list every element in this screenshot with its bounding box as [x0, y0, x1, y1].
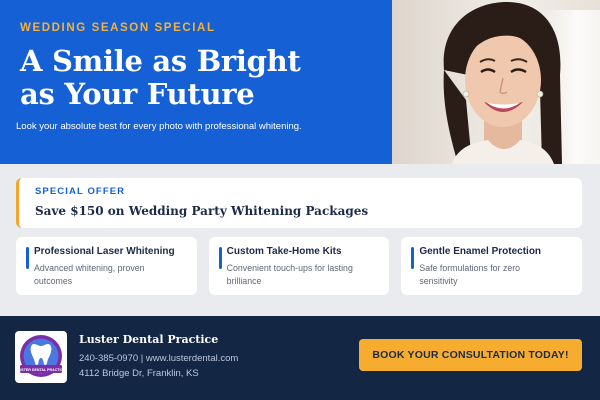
feature-title: Professional Laser Whitening — [34, 246, 175, 257]
bride-portrait-illustration — [443, 2, 562, 164]
feature-card-enamel-protection: Gentle Enamel Protection Safe formulatio… — [401, 237, 583, 295]
eyebrow-label: WEDDING SEASON SPECIAL — [20, 22, 216, 34]
headline-line-1: A Smile as Bright — [20, 44, 301, 78]
feature-accent-bar — [411, 247, 415, 269]
feature-desc-line-1: Convenient touch-ups for lasting — [226, 263, 353, 273]
contact-phone-website: 240-385-0970 | www.lusterdental.com — [79, 353, 239, 364]
feature-accent-bar — [218, 247, 222, 269]
hero-subline: Look your absolute best for every photo … — [16, 121, 302, 132]
feature-card-take-home-kits: Custom Take-Home Kits Convenient touch-u… — [208, 237, 390, 295]
feature-desc-line-1: Safe formulations for zero — [419, 263, 521, 273]
bride-photo — [392, 0, 600, 164]
hero-headline: A Smile as Bright as Your Future — [20, 45, 392, 111]
book-consultation-button[interactable]: BOOK YOUR CONSULTATION TODAY! — [359, 339, 582, 371]
hero-text-panel: WEDDING SEASON SPECIAL A Smile as Bright… — [0, 0, 392, 164]
feature-desc-line-2: brilliance — [226, 275, 262, 286]
headline-line-2: as Your Future — [20, 77, 255, 111]
contact-info: 240-385-0970 | www.lusterdental.com 4112… — [79, 351, 238, 381]
svg-text:LUSTER DENTAL PRACTICE: LUSTER DENTAL PRACTICE — [17, 368, 67, 372]
features-row: Professional Laser Whitening Advanced wh… — [16, 237, 583, 295]
feature-card-laser-whitening: Professional Laser Whitening Advanced wh… — [16, 237, 197, 295]
feature-title: Gentle Enamel Protection — [419, 246, 542, 257]
feature-description: Convenient touch-ups for lasting brillia… — [227, 262, 382, 287]
hero-banner: WEDDING SEASON SPECIAL A Smile as Bright… — [0, 0, 600, 164]
practice-logo: LUSTER DENTAL PRACTICE — [15, 331, 67, 383]
feature-desc-line-1: Advanced whitening, proven — [34, 263, 145, 273]
feature-accent-bar — [26, 247, 29, 269]
feature-desc-line-2: outcomes — [34, 275, 73, 286]
feature-title: Custom Take-Home Kits — [226, 246, 342, 257]
offer-title: Save $150 on Wedding Party Whitening Pac… — [35, 204, 369, 218]
tooth-logo-icon: LUSTER DENTAL PRACTICE — [17, 335, 67, 377]
practice-name: Luster Dental Practice — [79, 333, 219, 346]
feature-description: Safe formulations for zero sensitivity — [419, 262, 574, 287]
contact-address: 4112 Bridge Dr, Franklin, KS — [79, 368, 199, 379]
offer-tag: SPECIAL OFFER — [35, 186, 126, 197]
feature-description: Advanced whitening, proven outcomes — [34, 262, 189, 287]
special-offer-card: SPECIAL OFFER Save $150 on Wedding Party… — [16, 178, 582, 228]
feature-desc-line-2: sensitivity — [419, 275, 458, 286]
